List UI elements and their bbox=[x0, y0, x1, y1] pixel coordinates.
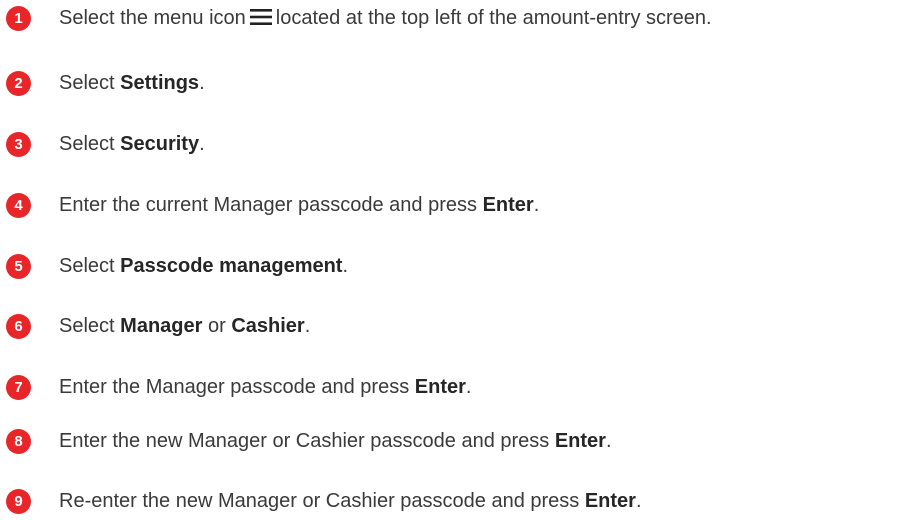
step-text-bold: Enter bbox=[482, 194, 534, 216]
step-text-part: Re-enter the new Manager or Cashier pass… bbox=[59, 490, 585, 512]
step-number-badge: 9 bbox=[6, 488, 31, 514]
step-text-part: . bbox=[199, 133, 205, 155]
step-text-bold: Cashier bbox=[231, 315, 305, 337]
step-8: 8 Enter the new Manager or Cashier passc… bbox=[6, 426, 612, 456]
step-text: Enter the new Manager or Cashier passcod… bbox=[59, 427, 612, 455]
step-text-bold: Manager bbox=[120, 315, 203, 337]
step-text-part: . bbox=[465, 376, 472, 398]
step-text-part: Select bbox=[59, 133, 121, 155]
step-text-bold: Enter bbox=[554, 430, 606, 452]
step-text-part: Enter the current Manager passcode and p… bbox=[59, 194, 483, 216]
step-text-part: . bbox=[342, 255, 349, 277]
step-text: Select Manager or Cashier. bbox=[59, 312, 310, 340]
step-2: 2 Select Settings. bbox=[6, 68, 205, 98]
step-number-badge: 8 bbox=[6, 428, 31, 454]
step-number-badge: 5 bbox=[6, 253, 31, 279]
step-6: 6 Select Manager or Cashier. bbox=[6, 311, 310, 341]
step-text-part: or bbox=[202, 315, 232, 337]
step-number-badge: 6 bbox=[6, 313, 31, 339]
step-3: 3 Select Security. bbox=[6, 129, 205, 159]
step-text-part: . bbox=[635, 490, 642, 512]
step-text: Enter the Manager passcode and press Ent… bbox=[59, 373, 471, 401]
step-text-bold: Settings bbox=[120, 72, 200, 94]
step-text: Re-enter the new Manager or Cashier pass… bbox=[59, 487, 642, 515]
step-text-part: located at the top left of the amount-en… bbox=[275, 7, 712, 29]
step-4: 4 Enter the current Manager passcode and… bbox=[6, 190, 539, 220]
step-number-badge: 2 bbox=[6, 70, 31, 96]
hamburger-menu-icon bbox=[249, 9, 272, 26]
step-text: Select Settings. bbox=[59, 69, 205, 97]
step-9: 9 Re-enter the new Manager or Cashier pa… bbox=[6, 486, 642, 516]
step-text-bold: Enter bbox=[584, 490, 636, 512]
step-text-bold: Security bbox=[120, 133, 200, 155]
step-text-part: . bbox=[199, 72, 205, 94]
step-5: 5 Select Passcode management. bbox=[6, 251, 348, 281]
step-text: Select Security. bbox=[59, 130, 205, 158]
step-text-part: Select bbox=[59, 315, 121, 337]
step-text-part: Select the menu icon bbox=[59, 7, 246, 29]
step-text-part: Enter the Manager passcode and press bbox=[59, 376, 415, 398]
step-text-part: Select bbox=[59, 72, 121, 94]
step-text-part: Enter the new Manager or Cashier passcod… bbox=[59, 430, 555, 452]
step-text: Enter the current Manager passcode and p… bbox=[59, 191, 539, 219]
step-number-badge: 3 bbox=[6, 131, 31, 157]
step-text: Select the menu icon located at the top l… bbox=[59, 4, 712, 32]
step-text-part: . bbox=[304, 315, 311, 337]
step-text: Select Passcode management. bbox=[59, 252, 348, 280]
step-number-badge: 7 bbox=[6, 374, 31, 400]
step-text-part: Select bbox=[59, 255, 121, 277]
step-7: 7 Enter the Manager passcode and press E… bbox=[6, 372, 471, 402]
step-text-part: . bbox=[533, 194, 540, 216]
step-number-badge: 4 bbox=[6, 192, 31, 218]
step-text-bold: Enter bbox=[414, 376, 466, 398]
step-number-badge: 1 bbox=[6, 5, 31, 31]
step-1: 1 Select the menu icon located at the top… bbox=[6, 3, 712, 33]
step-text-part: . bbox=[605, 430, 612, 452]
step-text-bold: Passcode management bbox=[120, 255, 343, 277]
